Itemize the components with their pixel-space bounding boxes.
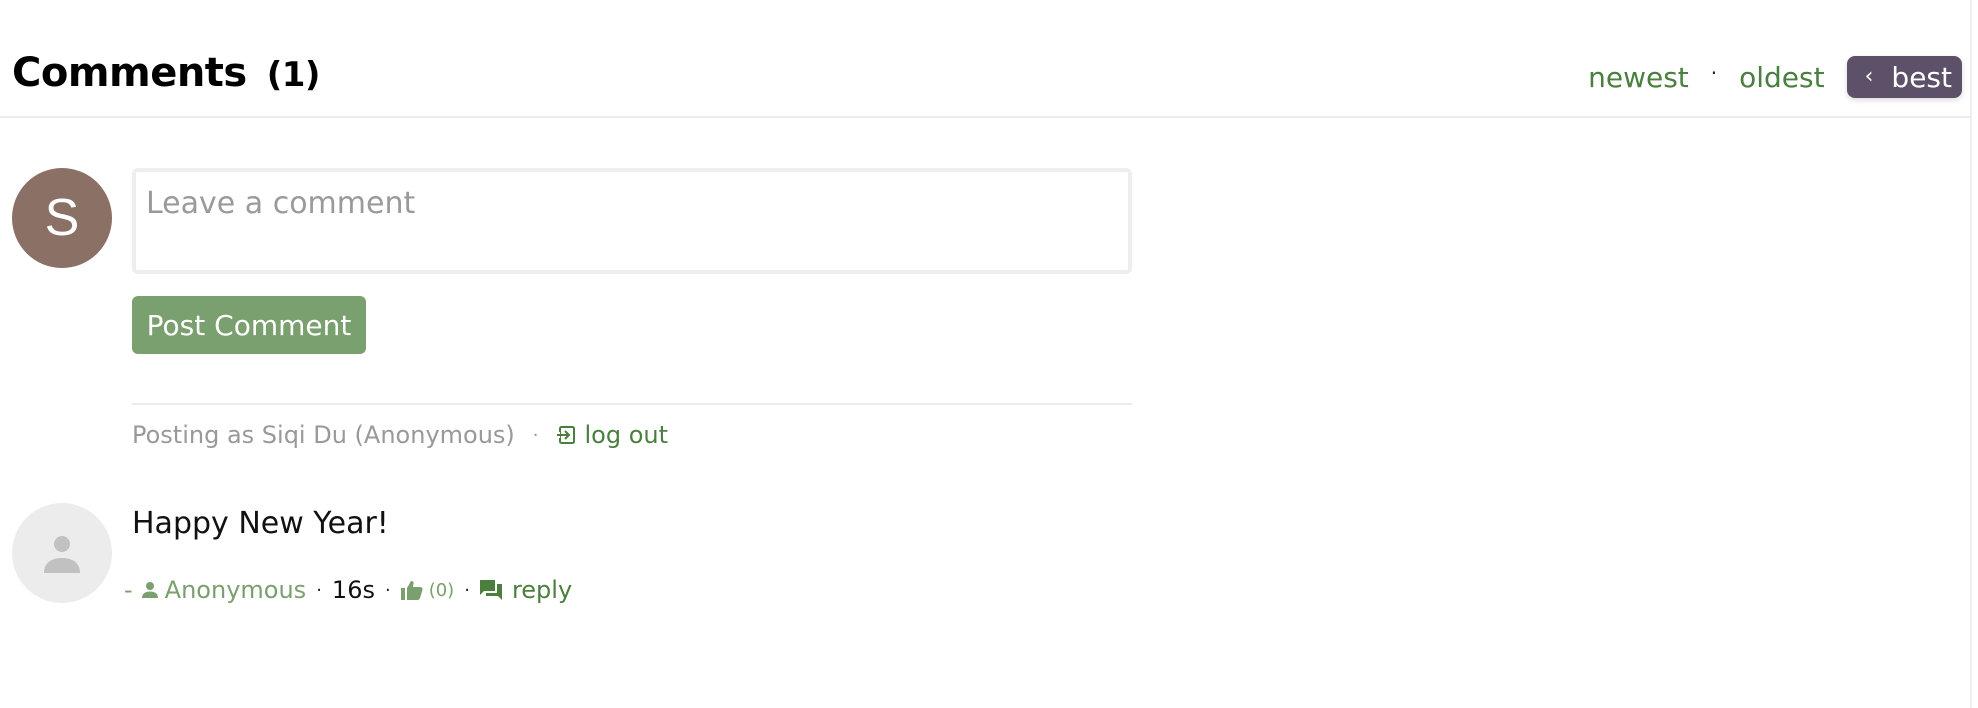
composer-divider (132, 403, 1132, 405)
user-avatar: S (12, 168, 112, 268)
sort-newest[interactable]: newest (1588, 61, 1689, 94)
comment-body: Happy New Year! (132, 506, 389, 541)
sort-oldest[interactable]: oldest (1739, 61, 1824, 94)
person-icon (141, 582, 158, 598)
meta-separator: · (464, 579, 470, 601)
posting-info: Posting as Siqi Du (Anonymous) · log out (132, 418, 668, 452)
title-text: Comments (12, 50, 247, 96)
comment-placeholder: Leave a comment (146, 186, 416, 221)
author-name: Anonymous (164, 576, 307, 604)
page-title: Comments (1) (12, 50, 320, 96)
person-icon (44, 536, 80, 573)
chevron-left-icon: ‹ (1864, 63, 1874, 89)
page-edge-divider (1970, 0, 1972, 708)
posting-as-text: Posting as Siqi Du (Anonymous) (132, 421, 515, 449)
logout-link[interactable]: log out (556, 421, 669, 449)
comment-avatar (12, 503, 112, 603)
posting-separator: · (532, 424, 539, 446)
sort-best-label: best (1891, 60, 1952, 94)
meta-dash: - (124, 576, 133, 604)
reply-link[interactable]: reply (479, 576, 573, 604)
comment-time: 16s (331, 576, 375, 604)
sign-out-icon (556, 426, 575, 444)
comment-count: (1) (266, 55, 321, 95)
comment-author[interactable]: Anonymous (141, 576, 307, 604)
like-button[interactable]: (0) (400, 579, 455, 601)
sort-separator: · (1710, 61, 1718, 85)
like-count: (0) (428, 579, 455, 601)
chat-bubbles-icon (479, 580, 502, 600)
comment-meta: - Anonymous · 16s · (0) · reply (124, 573, 572, 607)
thumbs-up-icon (400, 581, 423, 600)
avatar-initial: S (44, 189, 80, 247)
sort-options: newest · oldest ‹ best (1588, 56, 1962, 98)
post-comment-button[interactable]: Post Comment (132, 296, 366, 354)
sort-best[interactable]: ‹ best (1846, 56, 1962, 98)
comment-input[interactable]: Leave a comment (132, 168, 1132, 274)
meta-separator: · (316, 579, 322, 601)
reply-label: reply (511, 576, 573, 604)
meta-separator: · (384, 579, 391, 601)
comments-header: Comments (1) newest · oldest ‹ best (0, 0, 1970, 118)
logout-label: log out (584, 421, 669, 449)
